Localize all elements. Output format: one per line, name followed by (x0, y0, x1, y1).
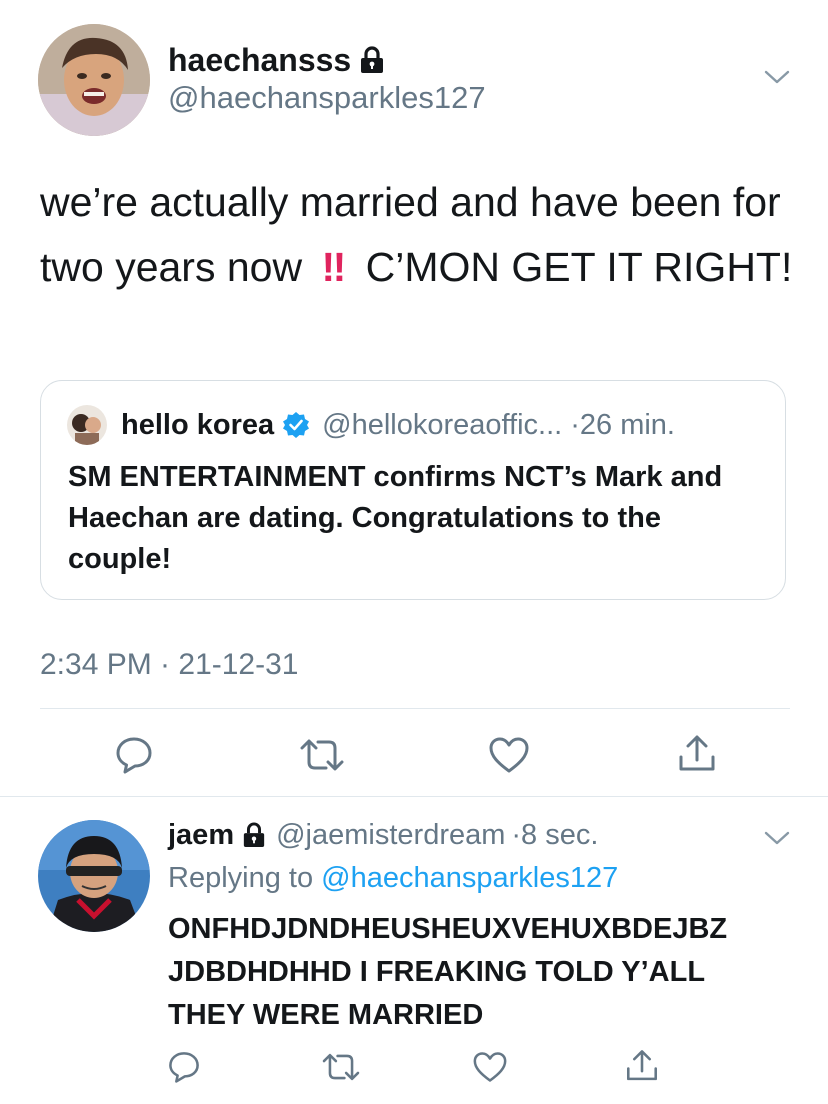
reply-tweet-display-name[interactable]: jaem (168, 819, 234, 852)
lock-icon (242, 822, 266, 848)
quoted-tweet-text: SM ENTERTAINMENT confirms NCT’s Mark and… (68, 461, 723, 575)
lock-icon (359, 46, 385, 74)
main-tweet-display-name[interactable]: haechansss (168, 42, 351, 79)
reply-tweet-handle[interactable]: @jaemisterdream (276, 819, 505, 852)
retweet-icon[interactable] (296, 733, 348, 777)
reply-tweet-avatar[interactable] (38, 820, 150, 932)
main-tweet-text-part2: C’MON GET IT RIGHT! (365, 244, 793, 290)
replying-to-handle[interactable]: @haechansparkles127 (321, 862, 618, 894)
reply-icon[interactable] (164, 1047, 204, 1087)
main-tweet-avatar[interactable] (38, 24, 150, 136)
main-tweet-timestamp[interactable]: 2:34 PM · 21-12-31 (40, 648, 298, 682)
quoted-tweet-avatar (67, 405, 107, 445)
chevron-down-icon[interactable] (760, 64, 794, 90)
quoted-tweet-display-name: hello korea (121, 408, 275, 441)
reply-tweet-text: ONFHDJDNDHEUSHEUXVEHUXBDEJBZ JDBDHDHHD I… (168, 913, 728, 1031)
quoted-tweet-handle: @hellokoreaoffic... (322, 408, 563, 441)
verified-badge-icon (282, 411, 310, 439)
divider-top (40, 708, 790, 709)
double-exclamation-emoji: ‼ (321, 244, 346, 290)
retweet-icon[interactable] (318, 1047, 364, 1087)
chevron-down-icon[interactable] (760, 826, 794, 850)
quoted-tweet-card[interactable]: hello korea @hellokoreaoffic... ·26 min.… (40, 380, 786, 600)
divider-bottom (0, 796, 828, 797)
main-tweet-handle[interactable]: @haechansparkles127 (168, 80, 486, 116)
main-tweet-text: we’re actually married and have been for… (40, 170, 810, 300)
share-icon[interactable] (622, 1045, 662, 1087)
like-icon[interactable] (486, 733, 532, 777)
like-icon[interactable] (470, 1047, 510, 1087)
quoted-tweet-time: ·26 min. (570, 408, 675, 441)
reply-tweet-time: ·8 sec. (511, 818, 599, 851)
reply-icon[interactable] (112, 733, 156, 777)
replying-to-label: Replying to (168, 862, 314, 894)
share-icon[interactable] (674, 731, 720, 777)
